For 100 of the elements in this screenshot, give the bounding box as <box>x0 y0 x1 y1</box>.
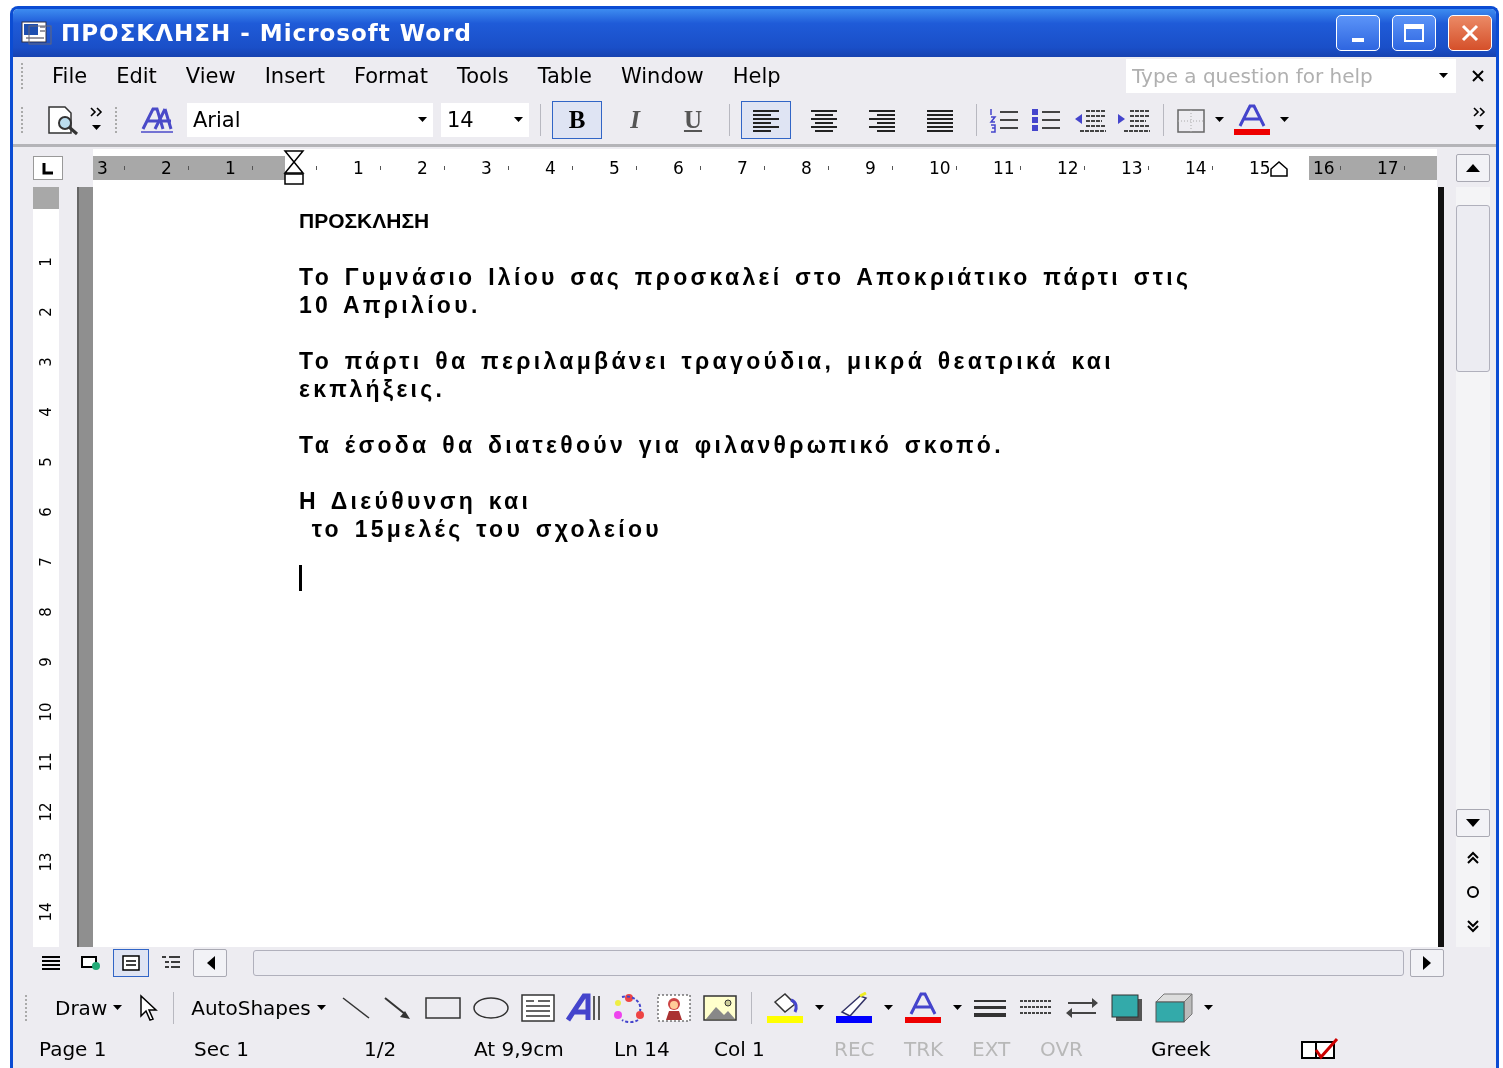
scroll-up-button[interactable] <box>1456 153 1490 182</box>
menu-item[interactable]: Tools <box>441 60 523 93</box>
shadow-style-icon[interactable] <box>1109 992 1144 1023</box>
caret-icon[interactable] <box>1203 1004 1213 1011</box>
status-text: EXT <box>971 1037 1012 1062</box>
close-icon <box>1460 22 1480 43</box>
print-view-button[interactable] <box>113 949 149 977</box>
text-line: εκπλήξεις. <box>299 374 447 403</box>
ruler-number: 10 <box>37 702 55 722</box>
print-preview-icon[interactable] <box>45 103 81 136</box>
text-line: Το Γυμνάσιο Ιλίου σας προσκαλεί στο Αποκριάτικο πάρτι στις <box>299 262 1193 291</box>
next-page-icon[interactable] <box>1466 919 1480 934</box>
align-left-button[interactable] <box>741 100 791 139</box>
bold-button[interactable]: B <box>552 100 602 139</box>
ruler-margin <box>33 186 59 209</box>
text-line: 10 Απριλίου. <box>299 290 482 319</box>
menu-item[interactable]: Edit <box>101 60 171 93</box>
minimize-icon <box>1352 37 1364 42</box>
scroll-left-button[interactable] <box>193 949 227 977</box>
ruler-number: 12 <box>37 802 55 822</box>
previous-page-icon[interactable] <box>1466 851 1480 866</box>
ruler-number: 8 <box>37 606 55 617</box>
caret-icon[interactable] <box>113 1004 123 1011</box>
close-button[interactable] <box>1448 14 1492 51</box>
browse-object-icon[interactable] <box>1465 885 1481 900</box>
menu-item[interactable]: Help <box>717 60 795 93</box>
menu-item[interactable]: Format <box>338 60 442 93</box>
caret-icon[interactable] <box>952 1004 962 1011</box>
word-document-icon <box>21 19 53 46</box>
menu-item[interactable]: Table <box>522 60 606 93</box>
status-text: OVR <box>1039 1037 1084 1062</box>
scroll-down-button[interactable] <box>1456 809 1490 838</box>
web-view-icon <box>80 953 102 973</box>
minimize-button[interactable] <box>1336 14 1380 51</box>
caret-icon[interactable] <box>1280 116 1289 123</box>
menu-item[interactable]: Window <box>605 60 718 93</box>
oval-icon[interactable] <box>471 994 510 1021</box>
status-text: 1/2 <box>363 1037 398 1062</box>
font-color-icon[interactable] <box>1232 103 1272 136</box>
right-indent-icon[interactable] <box>1270 160 1288 177</box>
vertical-ruler[interactable]: 1 2 3 4 5 6 7 8 9 10 11 12 13 14 <box>33 186 59 948</box>
caret-icon[interactable] <box>1215 116 1224 123</box>
text-line: Η Διεύθυνση και <box>299 486 533 515</box>
status-text: Greek <box>1150 1037 1212 1062</box>
wordart-icon[interactable] <box>565 991 602 1024</box>
maximize-icon <box>1403 22 1425 43</box>
status-text: TRK <box>903 1037 945 1062</box>
maximize-button[interactable] <box>1392 14 1436 51</box>
text-line: το 15μελές του σχολείου <box>310 514 663 543</box>
line-color-icon[interactable] <box>833 991 874 1024</box>
autoshapes-menu-button[interactable]: AutoShapes <box>187 993 330 1022</box>
indent-marker-icon[interactable] <box>283 149 305 186</box>
text-line: Το πάρτι θα περιλαμβάνει τραγούδια, μικρά θεατρικά και <box>299 346 1115 375</box>
ruler-number: 11 <box>37 752 55 772</box>
vertical-scrollbar[interactable] <box>1456 186 1490 948</box>
ruler-number: 14 <box>37 902 55 922</box>
ruler-number: 5 <box>37 456 55 467</box>
font-size-field[interactable]: 14 <box>441 102 529 137</box>
menu-item[interactable]: File <box>37 60 102 93</box>
ruler-number: 4 <box>37 406 55 417</box>
picture-icon[interactable] <box>701 992 738 1023</box>
ruler-number: 9 <box>37 656 55 667</box>
ruler-number: 6 <box>37 506 55 517</box>
font-color-icon[interactable] <box>902 991 943 1024</box>
window-title: ΠΡΟΣΚΛΗΣΗ - Microsoft Word <box>61 19 472 46</box>
italic-button[interactable]: I <box>610 100 660 139</box>
ruler-number: 1 <box>37 256 55 267</box>
horizontal-ruler[interactable]: 3 2 1 1 2 3 4 5 6 7 8 9 10 11 12 13 14 15 16 17 <box>93 148 1437 187</box>
text-line: Τα έσοδα θα διατεθούν για φιλανθρωπικό σκοπό. <box>299 430 1005 459</box>
caret-icon[interactable] <box>883 1004 893 1011</box>
caret-icon[interactable] <box>316 1004 326 1011</box>
ruler-number: 3 <box>37 356 55 367</box>
menu-item[interactable]: View <box>170 60 250 93</box>
right-arrow-icon <box>1422 956 1432 970</box>
draw-menu-button[interactable]: Draw <box>51 993 127 1022</box>
status-text: Sec 1 <box>193 1037 251 1062</box>
status-text: At 9,9cm <box>473 1037 565 1062</box>
up-arrow-icon <box>1466 163 1480 173</box>
underline-button[interactable]: U <box>668 100 718 139</box>
caret-icon[interactable] <box>418 116 427 123</box>
scroll-thumb[interactable] <box>1456 204 1490 372</box>
tab-stop-icon[interactable] <box>33 155 63 180</box>
ruler-number: 7 <box>37 556 55 567</box>
caret-icon[interactable] <box>1439 73 1448 80</box>
help-search-field[interactable]: Type a question for help <box>1126 59 1456 94</box>
font-field[interactable]: Arial <box>187 102 433 137</box>
caret-icon[interactable] <box>814 1004 824 1011</box>
status-text: Ln 14 <box>613 1037 671 1062</box>
status-text: REC <box>833 1037 876 1062</box>
diagram-icon[interactable] <box>611 992 646 1023</box>
caret-icon[interactable] <box>514 116 523 123</box>
fill-color-icon[interactable] <box>764 991 805 1024</box>
left-arrow-icon <box>205 956 215 970</box>
clip-art-icon[interactable] <box>655 992 692 1023</box>
print-view-icon <box>120 953 142 973</box>
menu-item[interactable]: Insert <box>249 60 339 93</box>
scroll-right-button[interactable] <box>1410 949 1444 977</box>
rectangle-icon[interactable] <box>423 994 462 1021</box>
3d-style-icon[interactable] <box>1153 991 1194 1024</box>
text-box-icon[interactable] <box>519 992 556 1023</box>
